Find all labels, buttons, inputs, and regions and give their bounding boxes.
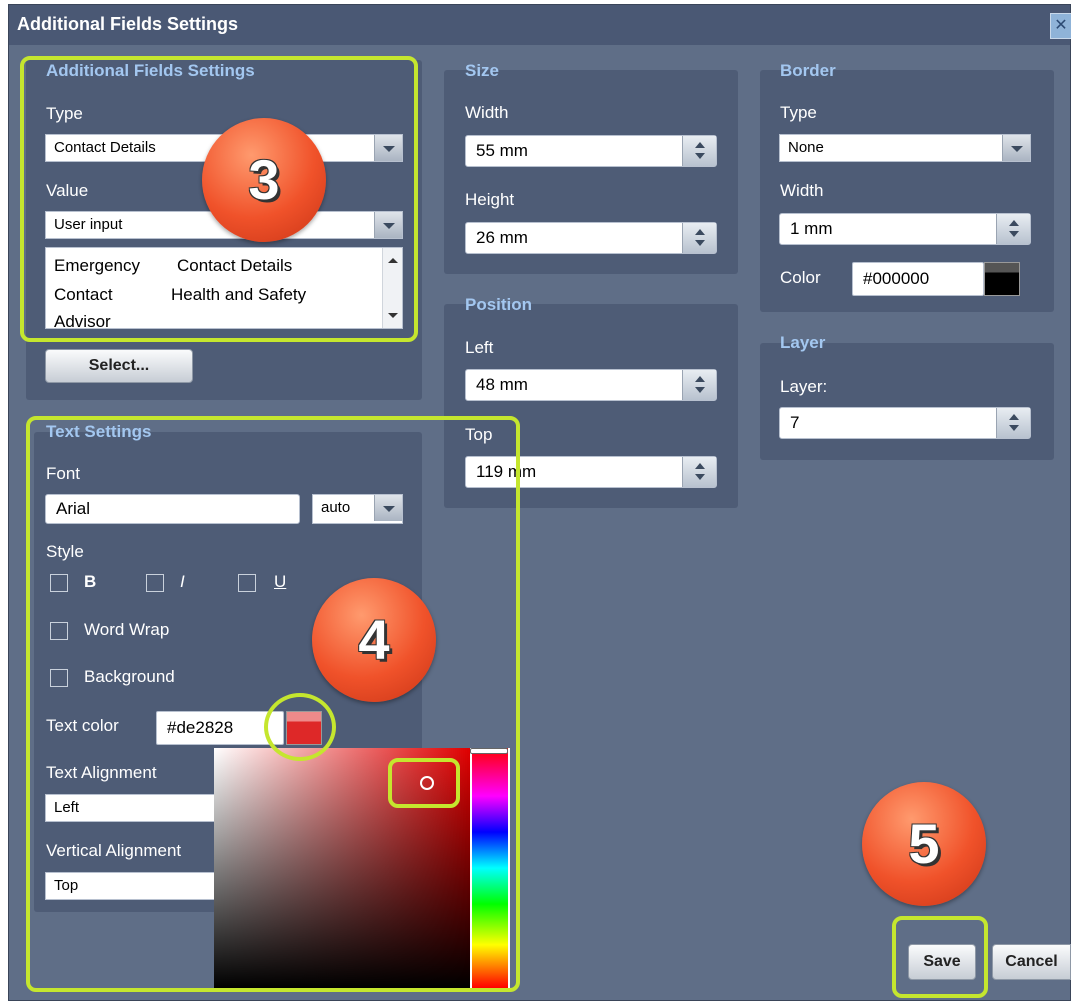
stepper-arrows-icon[interactable]: [996, 408, 1030, 438]
width-stepper[interactable]: 55 mm: [465, 135, 717, 167]
chevron-down-icon[interactable]: [1002, 135, 1030, 161]
close-icon[interactable]: ✕: [1050, 13, 1071, 39]
layer-label: Layer:: [780, 377, 828, 396]
border-type-select-value: None: [788, 139, 824, 156]
width-label: Width: [465, 103, 509, 122]
stepper-arrows-icon[interactable]: [996, 214, 1030, 244]
border-type-select[interactable]: None: [779, 134, 1031, 162]
select-button[interactable]: Select...: [45, 349, 193, 383]
layer-group-title: Layer: [780, 333, 826, 352]
border-width-stepper[interactable]: 1 mm: [779, 213, 1031, 245]
height-stepper[interactable]: 26 mm: [465, 222, 717, 254]
border-width-label: Width: [780, 181, 824, 200]
step-5-badge: 5: [862, 782, 986, 906]
stepper-arrows-icon[interactable]: [682, 370, 716, 400]
width-stepper-value: 55 mm: [476, 141, 528, 160]
stepper-arrows-icon[interactable]: [682, 223, 716, 253]
step-4-badge: 4: [312, 578, 436, 702]
layer-stepper[interactable]: 7: [779, 407, 1031, 439]
position-group-title: Position: [465, 295, 533, 314]
highlight-color-swatch: [264, 693, 336, 761]
left-label: Left: [465, 338, 494, 357]
border-width-stepper-value: 1 mm: [790, 219, 833, 238]
border-color-input[interactable]: #000000: [852, 262, 984, 296]
highlight-color-handle: [388, 758, 460, 808]
left-stepper-value: 48 mm: [476, 375, 528, 394]
border-color-swatch[interactable]: [984, 262, 1020, 296]
stepper-arrows-icon[interactable]: [682, 457, 716, 487]
layer-group: [760, 343, 1054, 460]
left-stepper[interactable]: 48 mm: [465, 369, 717, 401]
stepper-arrows-icon[interactable]: [682, 136, 716, 166]
size-group-title: Size: [465, 61, 500, 80]
highlight-save-button: [892, 916, 988, 998]
border-type-label: Type: [780, 103, 817, 122]
cancel-button[interactable]: Cancel: [992, 944, 1071, 980]
step-3-badge: 3: [202, 118, 326, 242]
height-label: Height: [465, 190, 515, 209]
layer-stepper-value: 7: [790, 413, 800, 432]
dialog-title: Additional Fields Settings: [9, 5, 1070, 45]
height-stepper-value: 26 mm: [476, 228, 528, 247]
border-group-title: Border: [780, 61, 836, 80]
border-color-label: Color: [780, 268, 821, 287]
